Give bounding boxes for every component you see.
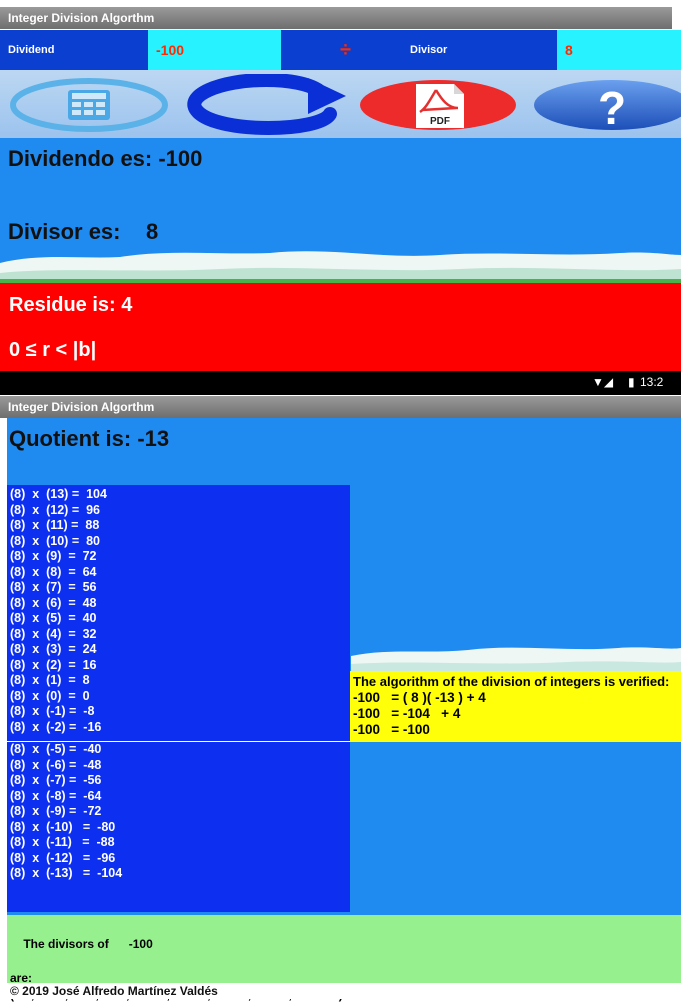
hills-decoration — [0, 251, 681, 283]
product-row: (8) x (-11) = -88 — [10, 835, 115, 849]
footer: © 2019 José Alfredo Martínez Valdés — [7, 983, 681, 999]
product-row: (8) x (11) = 88 — [10, 518, 100, 532]
product-row: (8) x (9) = 72 — [10, 549, 97, 563]
product-row: (8) x (-8) = -64 — [10, 788, 102, 803]
product-row: (8) x (-5) = -40 — [10, 742, 102, 756]
divisor-result-label: Divisor es: — [8, 219, 121, 244]
pdf-button[interactable]: PDF — [358, 78, 518, 132]
status-time: 13:2 — [640, 375, 664, 389]
divisors-number: -100 — [128, 937, 153, 951]
product-row: (8) x (7) = 56 — [10, 580, 97, 594]
verification-line-1: -100 = ( 8 )( -13 ) + 4 — [353, 690, 486, 705]
battery-icon: ▮ — [628, 375, 635, 389]
product-row: (8) x (1) = 8 — [10, 673, 90, 687]
residue-text: Residue is: 4 — [9, 294, 133, 316]
product-row: (8) x (-7) = -56 — [10, 773, 102, 787]
residue-panel: Residue is: 4 0 ≤ r < |b| — [0, 283, 681, 371]
app-title: Integer Division Algorthm — [8, 11, 155, 25]
product-row: (8) x (-10) = -80 — [10, 819, 116, 834]
product-row: (8) x (-2) = -16 — [10, 719, 102, 734]
pdf-icon: PDF — [360, 80, 516, 130]
products-list-top: (8) x (13) = 104 (8) x (12) = 96 (8) x (11… — [7, 485, 350, 741]
app-title-bar: Integer Division Algorthm — [0, 7, 672, 29]
product-row: (8) x (13) = 104 — [10, 487, 107, 501]
refresh-icon — [187, 72, 346, 135]
refresh-button[interactable] — [180, 72, 352, 136]
product-row: (8) x (-1) = -8 — [10, 704, 95, 718]
app-title-bar-2: Integer Division Algorthm — [0, 396, 681, 418]
status-bar: ▼◢ ▮ 13:2 — [0, 371, 681, 395]
product-row: (8) x (10) = 80 — [10, 533, 100, 548]
divisor-input[interactable]: 8 — [557, 30, 681, 70]
help-glyph: ? — [598, 82, 626, 132]
verification-box: The algorithm of the division of integer… — [350, 671, 681, 742]
pdf-label: PDF — [430, 116, 450, 127]
signal-icon: ▼◢ — [592, 375, 614, 389]
results-panel: Dividendo es: -100 Divisor es: 8 — [0, 138, 681, 283]
divisor-result-value: 8 — [146, 219, 159, 244]
divisor-label: Divisor — [410, 44, 448, 56]
divisors-panel: The divisors of -100 are: (±1 ; ±2 ; ±4 … — [7, 915, 681, 1002]
hills-decoration-2 — [351, 647, 681, 672]
product-row: (8) x (-12) = -96 — [10, 850, 116, 865]
product-row: (8) x (12) = 96 — [10, 502, 100, 517]
product-row: (8) x (8) = 64 — [10, 564, 97, 579]
quotient-text: Quotient is: -13 — [9, 426, 170, 451]
help-icon: ? — [534, 80, 681, 134]
dividend-label: Dividend — [8, 44, 55, 56]
help-button[interactable]: ? — [532, 78, 681, 134]
calculator-icon — [10, 78, 168, 132]
input-bar: Dividend -100 ÷ Divisor 8 — [0, 30, 681, 70]
product-row: (8) x (5) = 40 — [10, 611, 97, 625]
divisors-label: The divisors of — [23, 937, 109, 951]
app-title-2: Integer Division Algorthm — [8, 400, 155, 414]
toolbar: PDF ? — [0, 70, 681, 138]
product-row: (8) x (-13) = -104 — [10, 866, 123, 880]
verification-title: The algorithm of the division of integer… — [353, 674, 670, 689]
product-row: (8) x (0) = 0 — [10, 688, 90, 703]
copyright-text: © 2019 José Alfredo Martínez Valdés — [10, 984, 218, 998]
products-list-bottom: (8) x (-5) = -40 (8) x (-6) = -48 (8) x (-… — [7, 742, 350, 912]
verification-line-2: -100 = -104 + 4 — [353, 706, 461, 721]
calculator-button[interactable] — [10, 78, 168, 132]
residue-condition: 0 ≤ r < |b| — [9, 339, 97, 361]
product-row: (8) x (6) = 48 — [10, 595, 97, 610]
product-row: (8) x (-6) = -48 — [10, 757, 102, 772]
verification-line-3: -100 = -100 — [353, 722, 430, 737]
dividend-input[interactable]: -100 — [148, 30, 281, 70]
division-operator: ÷ — [340, 39, 351, 61]
dividend-result: Dividendo es: -100 — [8, 146, 203, 171]
product-row: (8) x (-9) = -72 — [10, 804, 102, 818]
